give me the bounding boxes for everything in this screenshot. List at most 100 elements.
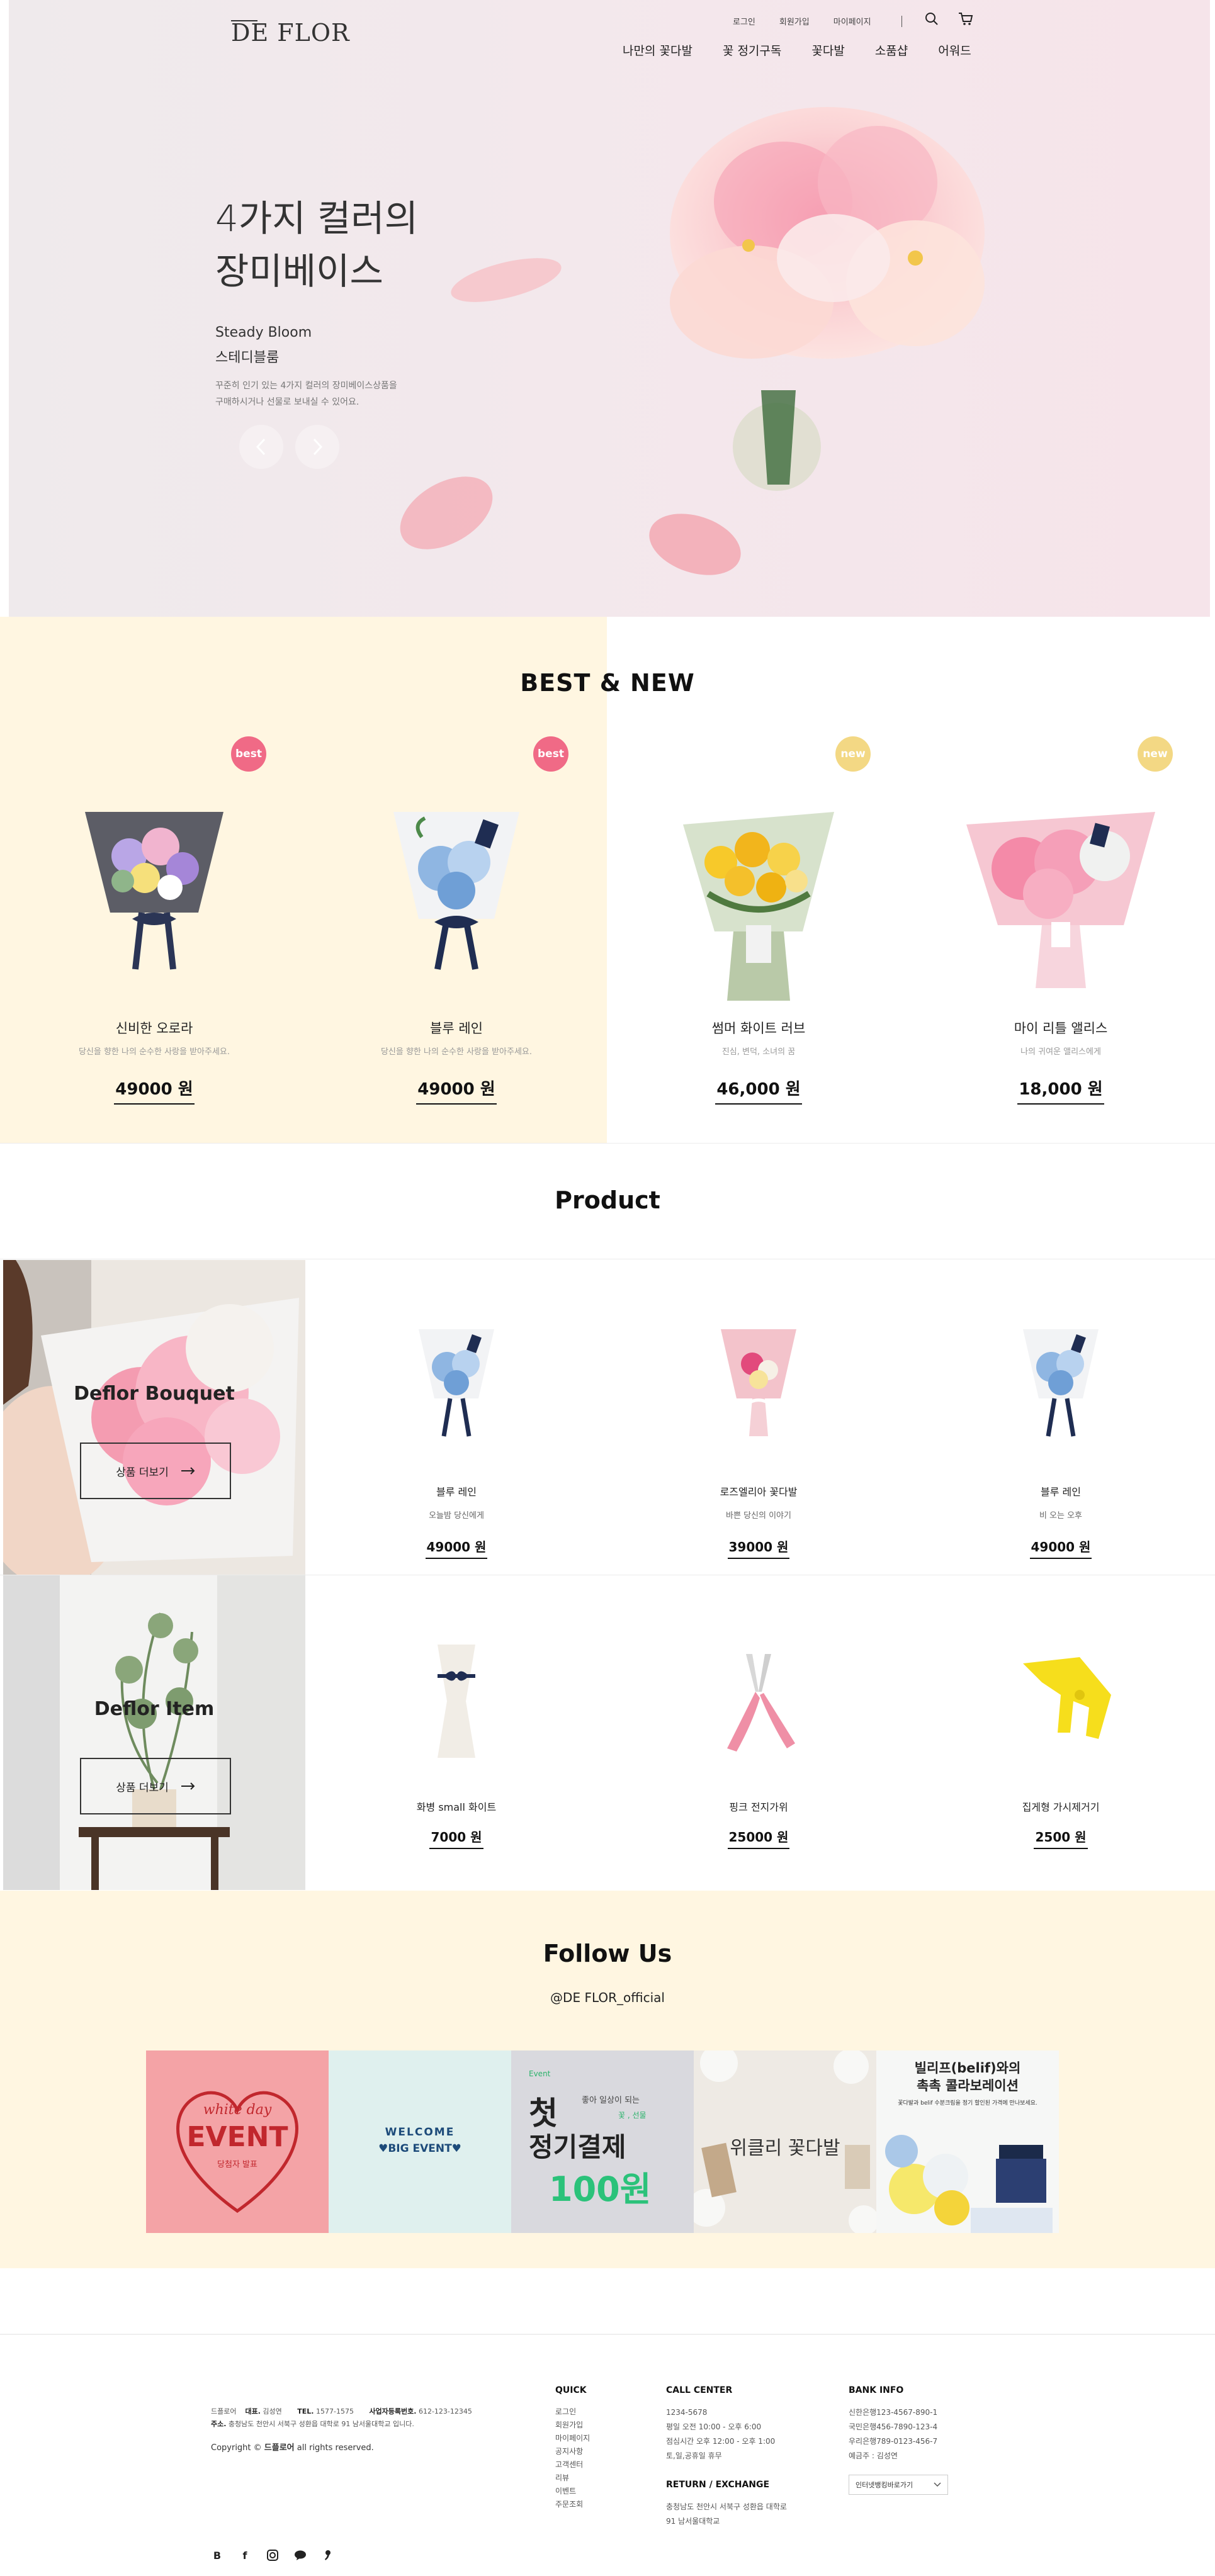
- bouquet-roselia-image: [721, 1329, 796, 1436]
- product-price: 49000 원: [305, 1537, 608, 1559]
- product-name: 블루 레인: [430, 1021, 483, 1036]
- product-desc: 진심, 변덕, 소녀의 꿈: [721, 1047, 796, 1057]
- product-desc: 당신을 향한 나의 순수한 사랑을 받아주세요.: [78, 1047, 230, 1057]
- product-name: 신비한 오로라: [115, 1021, 193, 1036]
- instagram-post-welcome[interactable]: WELCOME ♥BIG EVENT♥: [329, 2050, 511, 2233]
- product-name: 화병 small 화이트: [416, 1801, 497, 1813]
- header-icons: [923, 10, 975, 28]
- belif-subtitle: 촉촉 콜라보레이션: [917, 2078, 1019, 2093]
- quick-link[interactable]: 리뷰: [555, 2472, 590, 2485]
- product-name: 집게형 가시제거기: [1022, 1801, 1100, 1813]
- instagram-icon[interactable]: [266, 2549, 279, 2562]
- bouquet-summer-white-image: [683, 812, 834, 1001]
- more-products-button[interactable]: 상품 더보기: [80, 1758, 231, 1814]
- slide-next-button[interactable]: [295, 425, 339, 469]
- chevron-left-icon: [256, 438, 266, 456]
- product-card[interactable]: 핑크 전지가위 25000 원: [608, 1575, 910, 1890]
- product-desc: 당신을 향한 나의 순수한 사랑을 받아주세요.: [380, 1047, 533, 1057]
- quick-link[interactable]: 이벤트: [555, 2485, 590, 2498]
- more-products-button[interactable]: 상품 더보기: [80, 1443, 231, 1499]
- quick-link[interactable]: 로그인: [555, 2405, 590, 2419]
- hero-banner: DE FLOR 로그인 회원가입 마이페이지 나만의 꽃다발 꽃 정기구독 꽃다…: [9, 0, 1210, 617]
- instagram-post-event[interactable]: white day EVENT 당첨자 발표: [146, 2050, 329, 2233]
- subscription-text: 정기결제: [529, 2132, 626, 2163]
- instagram-post-subscription[interactable]: Event 첫 좋아 일상이 되는 꽃 , 선물 정기결제 100원: [511, 2050, 694, 2233]
- product-name: 로즈엘리아 꽃다발: [720, 1486, 798, 1498]
- utility-nav: 로그인 회원가입 마이페이지: [733, 15, 902, 27]
- quick-link[interactable]: 마이페이지: [555, 2432, 590, 2445]
- instagram-handle[interactable]: @DE FLOR_official: [0, 1990, 1215, 2005]
- product-desc: 나의 귀여운 앨리스에게: [1020, 1047, 1101, 1057]
- promo-bouquet-image: [3, 1260, 305, 1575]
- product-name: 핑크 전지가위: [729, 1801, 788, 1813]
- main-nav: 나만의 꽃다발 꽃 정기구독 꽃다발 소품샵 어워드: [623, 42, 971, 59]
- call-center: CALL CENTER 1234-5678 평일 오전 10:00 - 오후 6…: [666, 2385, 787, 2526]
- product-card[interactable]: 로즈엘리아 꽃다발 바쁜 당신의 이야기 39000 원: [608, 1260, 910, 1575]
- product-card[interactable]: new 마이 리틀 앨리스 나의 귀여운 앨리스에게 18,000 원: [910, 736, 1212, 1127]
- nav-my-bouquet[interactable]: 나만의 꽃다발: [623, 42, 692, 59]
- cart-icon[interactable]: [957, 10, 975, 28]
- nav-bouquet[interactable]: 꽃다발: [811, 42, 844, 59]
- petal-decor: [649, 514, 741, 575]
- blog-icon[interactable]: B: [211, 2549, 223, 2562]
- instagram-post-belif[interactable]: 빌리프(belif)와의 촉촉 콜라보레이션 꽃다발과 belif 수분크림을 …: [876, 2050, 1059, 2233]
- product-card[interactable]: 화병 small 화이트 7000 원: [305, 1575, 608, 1890]
- product-card[interactable]: 블루 레인 비 오는 오후 49000 원: [910, 1260, 1212, 1575]
- promo-bouquet: Deflor Bouquet 상품 더보기: [3, 1260, 305, 1575]
- search-icon[interactable]: [923, 10, 941, 28]
- petal-decor: [451, 258, 562, 302]
- hero-subtitle-en: Steady Bloom: [215, 325, 312, 340]
- event-script-text: white day: [203, 2102, 272, 2118]
- product-desc: 비 오는 오후: [1039, 1511, 1083, 1521]
- signup-link[interactable]: 회원가입: [779, 15, 810, 27]
- belif-desc: 꽃다발과 belif 수분크림을 정기 할인된 가격에 만나보세요.: [898, 2100, 1037, 2106]
- product-card[interactable]: best 신비한 오로라 당신을 향한 나의 순수한 사랑을 받아주세요. 49…: [3, 736, 305, 1127]
- bank-title: BANK INFO: [849, 2385, 904, 2395]
- arrow-right-icon: [181, 1782, 195, 1790]
- promo-title: Deflor Bouquet: [74, 1383, 235, 1405]
- product-card[interactable]: 블루 레인 오늘밤 당신에게 49000 원: [305, 1260, 608, 1575]
- product-price: 39000 원: [608, 1537, 910, 1559]
- product-price: 7000 원: [305, 1827, 608, 1849]
- nav-award[interactable]: 어워드: [938, 42, 971, 59]
- mypage-link[interactable]: 마이페이지: [834, 15, 871, 27]
- login-link[interactable]: 로그인: [733, 15, 755, 27]
- nav-subscription[interactable]: 꽃 정기구독: [723, 42, 781, 59]
- product-title: Product: [555, 1186, 660, 1214]
- chevron-right-icon: [313, 438, 323, 456]
- hero-subtitle-ko: 스테디블룸: [215, 350, 280, 366]
- social-links: B f: [211, 2549, 334, 2562]
- instagram-post-weekly[interactable]: 위클리 꽃다발: [694, 2050, 876, 2233]
- site-logo[interactable]: DE FLOR: [231, 19, 350, 47]
- product-card[interactable]: best 블루 레인 당신을 향한 나의 순수한 사랑을 받아주세요. 4900…: [305, 736, 608, 1127]
- product-card[interactable]: 집게형 가시제거기 2500 원: [910, 1575, 1212, 1890]
- footer-divider: [0, 2334, 1215, 2335]
- product-price: 49000 원: [910, 1537, 1212, 1559]
- sub-small-text: 좋아 일상이 되는: [582, 2096, 640, 2105]
- quick-links: QUICK 로그인 회원가입 마이페이지 공지사항 고객센터 리뷰 이벤트 주문…: [555, 2385, 590, 2511]
- bank-info: BANK INFO 신한은행123-4567-890-1 국민은행456-789…: [849, 2385, 948, 2495]
- peony-vase-image: [670, 107, 985, 491]
- kakao-story-icon[interactable]: [322, 2549, 334, 2562]
- promo-item: Deflor Item 상품 더보기: [3, 1575, 305, 1890]
- quick-link[interactable]: 주문조회: [555, 2498, 590, 2511]
- talk-icon[interactable]: [294, 2549, 307, 2562]
- nav-shop[interactable]: 소품샵: [875, 42, 908, 59]
- bouquet-blue-rain-image: [393, 812, 519, 970]
- promo-title: Deflor Item: [94, 1698, 215, 1720]
- event-title: EVENT: [186, 2121, 288, 2153]
- return-title: RETURN / EXCHANGE: [666, 2480, 770, 2490]
- bouquet-aurora-image: [85, 812, 223, 970]
- bank-select[interactable]: 인터넷뱅킹바로가기: [849, 2475, 948, 2495]
- product-name: 썸머 화이트 러브: [711, 1021, 806, 1036]
- product-desc: 바쁜 당신의 이야기: [726, 1511, 791, 1521]
- promo-item-image: [3, 1575, 305, 1890]
- quick-link[interactable]: 공지사항: [555, 2445, 590, 2458]
- product-card[interactable]: new 썸머 화이트 러브 진심, 변덕, 소녀의 꿈 46,000 원: [608, 736, 910, 1127]
- quick-link[interactable]: 회원가입: [555, 2419, 590, 2432]
- call-center-title: CALL CENTER: [666, 2385, 733, 2395]
- facebook-icon[interactable]: f: [239, 2549, 251, 2562]
- quick-link[interactable]: 고객센터: [555, 2458, 590, 2472]
- slide-prev-button[interactable]: [239, 425, 283, 469]
- vase-image: [438, 1645, 475, 1758]
